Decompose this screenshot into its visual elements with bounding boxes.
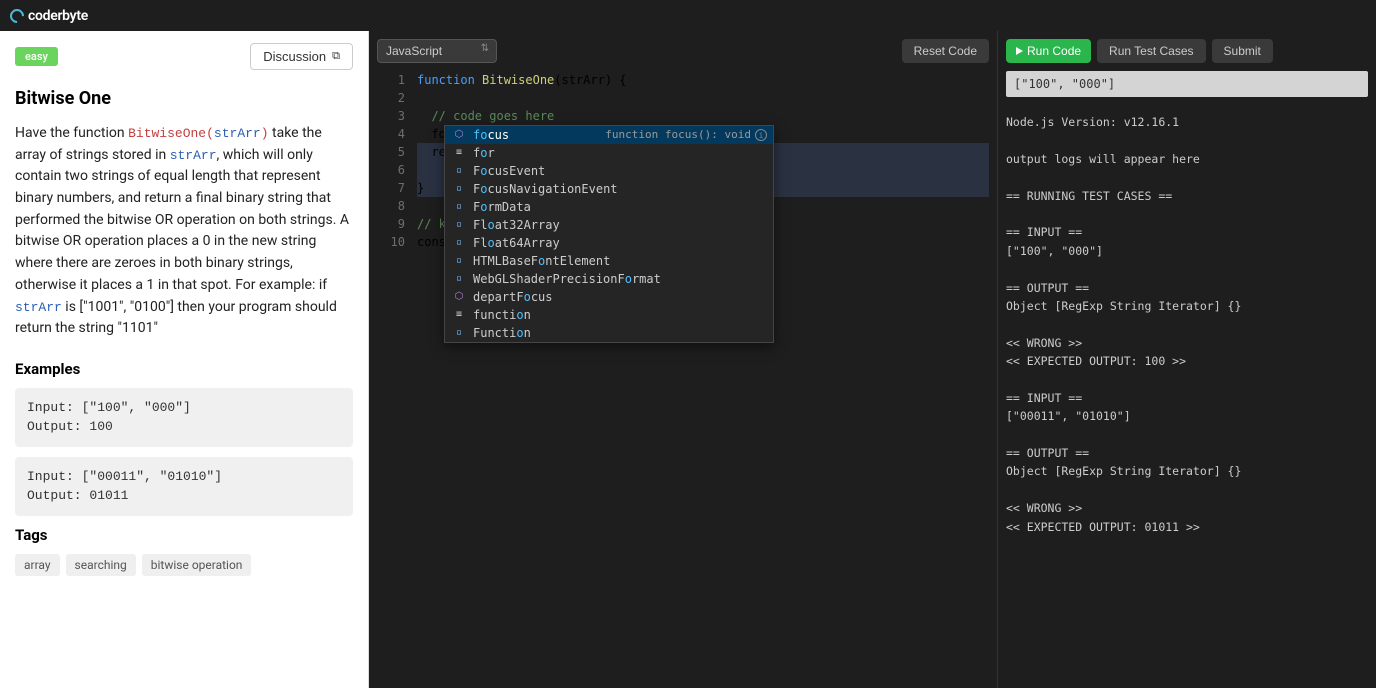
symbol-icon: ▫ bbox=[451, 162, 467, 180]
submit-button[interactable]: Submit bbox=[1212, 39, 1273, 63]
tag-item[interactable]: array bbox=[15, 554, 60, 576]
autocomplete-item[interactable]: ≡for bbox=[445, 144, 773, 162]
code-area[interactable]: function BitwiseOne(strArr) { // code go… bbox=[417, 71, 989, 680]
autocomplete-item[interactable]: ▫FocusEvent bbox=[445, 162, 773, 180]
code-editor[interactable]: 12345678910 function BitwiseOne(strArr) … bbox=[377, 71, 989, 680]
autocomplete-item[interactable]: ≡function bbox=[445, 306, 773, 324]
symbol-icon: ⬡ bbox=[451, 126, 467, 144]
symbol-icon: ▫ bbox=[451, 180, 467, 198]
run-label: Run Code bbox=[1027, 44, 1081, 58]
problem-title: Bitwise One bbox=[15, 88, 353, 109]
output-panel: Run Code Run Test Cases Submit ["100", "… bbox=[998, 31, 1376, 688]
autocomplete-hint: function focus(): void bbox=[595, 126, 751, 144]
symbol-icon: ▫ bbox=[451, 198, 467, 216]
test-input-box[interactable]: ["100", "000"] bbox=[1006, 71, 1368, 97]
brand-text: coderbyte bbox=[28, 8, 88, 24]
symbol-icon: ≡ bbox=[451, 144, 467, 162]
language-select[interactable]: JavaScript bbox=[377, 39, 497, 63]
difficulty-badge: easy bbox=[15, 47, 58, 66]
autocomplete-item[interactable]: ⬡focusfunction focus(): voidi bbox=[445, 126, 773, 144]
autocomplete-item[interactable]: ▫FocusNavigationEvent bbox=[445, 180, 773, 198]
play-icon bbox=[1016, 47, 1023, 55]
info-icon[interactable]: i bbox=[755, 129, 767, 141]
tags-container: array searching bitwise operation bbox=[15, 554, 353, 576]
logo-icon bbox=[7, 6, 27, 26]
editor-panel: JavaScript Reset Code 12345678910 functi… bbox=[369, 31, 998, 688]
example-1: Input: ["100", "000"] Output: 100 bbox=[15, 388, 353, 447]
autocomplete-item[interactable]: ⬡departFocus bbox=[445, 288, 773, 306]
symbol-icon: ▫ bbox=[451, 270, 467, 288]
problem-panel: easy Discussion ⧉ Bitwise One Have the f… bbox=[0, 31, 369, 688]
autocomplete-item[interactable]: ▫Function bbox=[445, 324, 773, 342]
discussion-label: Discussion bbox=[263, 49, 326, 64]
autocomplete-item[interactable]: ▫Float32Array bbox=[445, 216, 773, 234]
app-header: coderbyte bbox=[0, 0, 1376, 31]
run-tests-button[interactable]: Run Test Cases bbox=[1097, 39, 1206, 63]
problem-description: Have the function BitwiseOne(strArr) tak… bbox=[15, 123, 353, 340]
line-gutter: 12345678910 bbox=[377, 71, 417, 680]
discussion-button[interactable]: Discussion ⧉ bbox=[250, 43, 353, 70]
external-link-icon: ⧉ bbox=[332, 50, 340, 63]
symbol-icon: ⬡ bbox=[451, 288, 467, 306]
autocomplete-item[interactable]: ▫WebGLShaderPrecisionFormat bbox=[445, 270, 773, 288]
example-2: Input: ["00011", "01010"] Output: 01011 bbox=[15, 457, 353, 516]
autocomplete-item[interactable]: ▫HTMLBaseFontElement bbox=[445, 252, 773, 270]
reset-code-button[interactable]: Reset Code bbox=[902, 39, 989, 63]
symbol-icon: ▫ bbox=[451, 234, 467, 252]
autocomplete-item[interactable]: ▫FormData bbox=[445, 198, 773, 216]
examples-heading: Examples bbox=[15, 360, 353, 378]
symbol-icon: ▫ bbox=[451, 252, 467, 270]
tag-item[interactable]: searching bbox=[66, 554, 136, 576]
symbol-icon: ▫ bbox=[451, 324, 467, 342]
symbol-icon: ≡ bbox=[451, 306, 467, 324]
tag-item[interactable]: bitwise operation bbox=[142, 554, 252, 576]
autocomplete-popup[interactable]: ⬡focusfunction focus(): voidi ≡for ▫Focu… bbox=[444, 125, 774, 343]
symbol-icon: ▫ bbox=[451, 216, 467, 234]
tags-heading: Tags bbox=[15, 526, 353, 544]
run-code-button[interactable]: Run Code bbox=[1006, 39, 1091, 63]
console-output: Node.js Version: v12.16.1 output logs wi… bbox=[1006, 113, 1368, 536]
autocomplete-item[interactable]: ▫Float64Array bbox=[445, 234, 773, 252]
brand-logo[interactable]: coderbyte bbox=[10, 8, 88, 24]
